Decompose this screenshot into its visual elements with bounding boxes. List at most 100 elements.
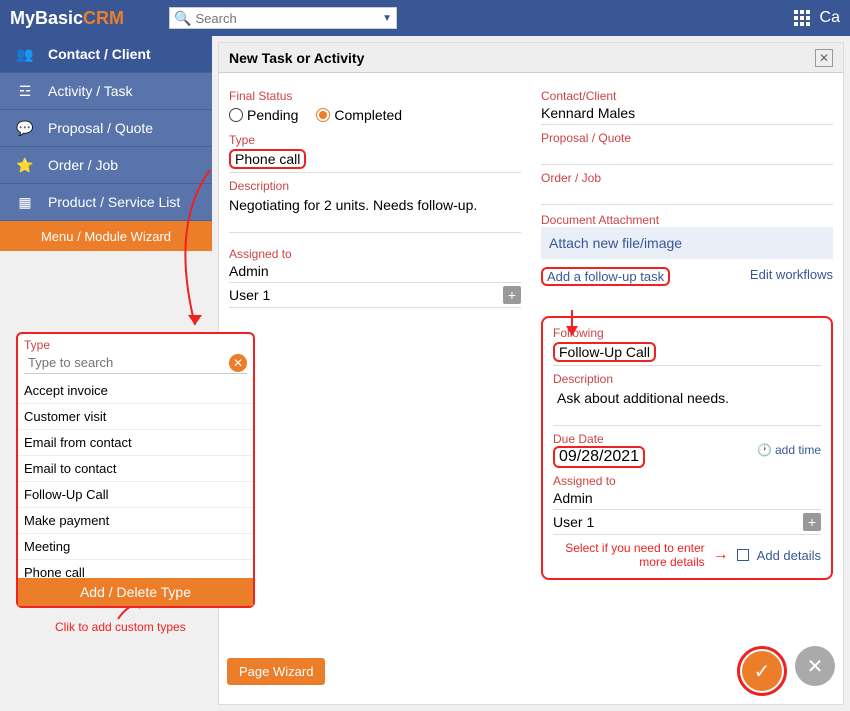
final-status-radios: Pending Completed (229, 103, 521, 127)
following-field[interactable]: Follow-Up Call (553, 340, 821, 366)
list-icon: ☲ (16, 82, 34, 100)
followup-assigned-admin[interactable]: Admin (553, 488, 821, 510)
assigned-user1-row[interactable]: User 1 + (229, 283, 521, 308)
sidebar-item-label: Proposal / Quote (48, 120, 153, 136)
chat-icon: 💬 (16, 119, 34, 137)
sidebar-item-product[interactable]: ▦ Product / Service List (0, 184, 212, 221)
assigned-user1: User 1 (229, 287, 270, 303)
menu-wizard-button[interactable]: Menu / Module Wizard (0, 221, 212, 251)
top-right-label[interactable]: Ca (820, 9, 840, 27)
close-icon[interactable]: ✕ (815, 49, 833, 67)
radio-label: Completed (334, 107, 402, 123)
assigned-admin[interactable]: Admin (229, 261, 521, 283)
add-time-label: add time (775, 443, 821, 457)
panel-header: New Task or Activity ✕ (219, 43, 843, 73)
radio-pending[interactable]: Pending (229, 107, 298, 123)
proposal-label: Proposal / Quote (541, 131, 833, 145)
followup-desc-label: Description (553, 372, 821, 386)
attach-button[interactable]: Attach new file/image (541, 227, 833, 259)
type-list[interactable]: Accept invoice Customer visit Email from… (18, 378, 253, 578)
search-input[interactable] (195, 11, 382, 26)
main-panel: New Task or Activity ✕ Final Status Pend… (218, 42, 844, 705)
top-right: Ca (794, 9, 840, 27)
description-label: Description (229, 179, 521, 193)
topbar: MyBasicCRM 🔍 ▼ Ca (0, 0, 850, 36)
assigned-to-label: Assigned to (229, 247, 521, 261)
proposal-field[interactable] (541, 145, 833, 165)
type-search-input[interactable] (24, 352, 229, 373)
followup-assigned-user1-row[interactable]: User 1 + (553, 510, 821, 535)
type-item[interactable]: Make payment (18, 508, 253, 534)
order-field[interactable] (541, 185, 833, 205)
type-item[interactable]: Meeting (18, 534, 253, 560)
sidebar-item-proposal[interactable]: 💬 Proposal / Quote (0, 110, 212, 147)
more-details-row: Select if you need to enter more details… (553, 541, 821, 570)
star-icon: ⭐ (16, 156, 34, 174)
radio-icon (316, 108, 330, 122)
confirm-button[interactable]: ✓ (742, 651, 782, 691)
followup-assigned-user1: User 1 (553, 514, 594, 530)
sidebar-item-order[interactable]: ⭐ Order / Job (0, 147, 212, 184)
sidebar-item-contact[interactable]: 👥 Contact / Client (0, 36, 212, 73)
due-date-label: Due Date (553, 432, 645, 446)
followup-box: Following Follow-Up Call Description Ask… (541, 316, 833, 580)
followup-assigned-label: Assigned to (553, 474, 821, 488)
type-popup-title: Type (24, 338, 247, 352)
add-time-link[interactable]: 🕐 add time (757, 443, 821, 457)
arrow-right-icon: → (713, 546, 729, 564)
sidebar-item-activity[interactable]: ☲ Activity / Task (0, 73, 212, 110)
link-row: Add a follow-up task Edit workflows (541, 267, 833, 286)
checkbox-icon[interactable] (737, 549, 749, 561)
add-details-link[interactable]: Add details (757, 548, 821, 563)
add-delete-type-button[interactable]: Add / Delete Type (18, 578, 253, 606)
clock-icon: 🕐 (757, 443, 772, 457)
panel-title: New Task or Activity (229, 50, 364, 66)
form-body: Final Status Pending Completed Type (219, 73, 843, 633)
plus-icon[interactable]: + (503, 286, 521, 304)
type-value: Phone call (229, 149, 306, 169)
type-label: Type (229, 133, 521, 147)
final-status-label: Final Status (229, 89, 521, 103)
sidebar-item-label: Order / Job (48, 157, 118, 173)
type-item[interactable]: Accept invoice (18, 378, 253, 404)
followup-desc-field[interactable]: Ask about additional needs. (553, 386, 821, 426)
type-item[interactable]: Customer visit (18, 404, 253, 430)
people-icon: 👥 (16, 45, 34, 63)
cancel-button[interactable]: ✕ (795, 646, 835, 686)
search-box[interactable]: 🔍 ▼ (169, 7, 397, 29)
contact-field[interactable]: Kennard Males (541, 103, 833, 125)
edit-workflows-link[interactable]: Edit workflows (750, 267, 833, 286)
sidebar-item-label: Contact / Client (48, 46, 151, 62)
footer: Page Wizard ✓ ✕ (227, 646, 835, 696)
plus-icon[interactable]: + (803, 513, 821, 531)
description-field[interactable]: Negotiating for 2 units. Needs follow-up… (229, 193, 521, 233)
page-wizard-button[interactable]: Page Wizard (227, 658, 325, 685)
radio-label: Pending (247, 107, 298, 123)
left-column: Final Status Pending Completed Type (229, 83, 521, 580)
grid-icon: ▦ (16, 193, 34, 211)
following-label: Following (553, 326, 821, 340)
type-item[interactable]: Email to contact (18, 456, 253, 482)
radio-icon (229, 108, 243, 122)
type-popup: Type ✕ Accept invoice Customer visit Ema… (16, 332, 255, 608)
type-field[interactable]: Phone call (229, 147, 521, 173)
search-icon: 🔍 (174, 10, 191, 27)
chevron-down-icon[interactable]: ▼ (382, 13, 392, 24)
logo: MyBasicCRM (10, 8, 124, 29)
sidebar-item-label: Activity / Task (48, 83, 133, 99)
confirm-ring: ✓ (737, 646, 787, 696)
click-note: Clik to add custom types (55, 620, 186, 634)
type-item[interactable]: Follow-Up Call (18, 482, 253, 508)
close-icon[interactable]: ✕ (229, 354, 247, 372)
apps-icon[interactable] (794, 10, 810, 26)
attachment-label: Document Attachment (541, 213, 833, 227)
select-hint: Select if you need to enter more details (555, 541, 705, 570)
right-column: Contact/Client Kennard Males Proposal / … (541, 83, 833, 580)
due-date-value: 09/28/2021 (553, 446, 645, 468)
due-date-field[interactable]: 09/28/2021 (553, 446, 645, 468)
type-item[interactable]: Phone call (18, 560, 253, 578)
radio-completed[interactable]: Completed (316, 107, 402, 123)
add-followup-link[interactable]: Add a follow-up task (541, 267, 670, 286)
type-item[interactable]: Email from contact (18, 430, 253, 456)
following-value: Follow-Up Call (553, 342, 656, 362)
